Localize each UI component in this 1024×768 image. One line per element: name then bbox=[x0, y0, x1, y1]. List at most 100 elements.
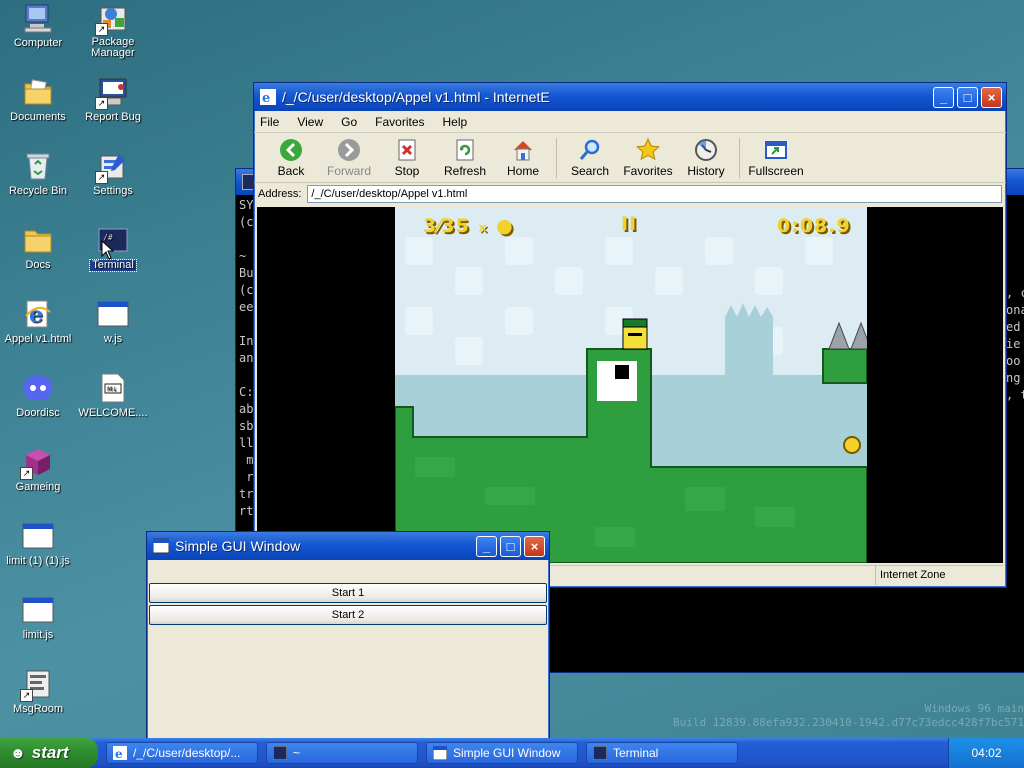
watermark-line-1: Windows 96 main bbox=[924, 702, 1024, 715]
minimize-button[interactable]: _ bbox=[933, 86, 954, 108]
desktop-icon-package-manager[interactable]: Package Manager bbox=[75, 2, 151, 59]
terminal-line-fragment: ona bbox=[1006, 303, 1024, 317]
message-room-icon bbox=[20, 668, 54, 702]
taskbar-item-simple-gui[interactable]: Simple GUI Window bbox=[426, 742, 578, 764]
forward-button[interactable]: Forward bbox=[320, 138, 378, 178]
browser-content[interactable]: 3⁄35 × ● II 0:08.9 bbox=[257, 207, 1003, 563]
computer-icon bbox=[22, 2, 54, 34]
desktop-icon-limit-1-1-js[interactable]: limit (1) (1).js bbox=[0, 520, 76, 567]
menu-go[interactable]: Go bbox=[341, 115, 357, 129]
package-icon bbox=[95, 2, 129, 36]
search-button[interactable]: Search bbox=[561, 138, 619, 178]
menu-view[interactable]: View bbox=[297, 115, 323, 129]
desktop-icon-msgroom[interactable]: MsgRoom bbox=[0, 668, 76, 715]
os-build-watermark: Windows 96 main Build 12839.88efa932.230… bbox=[604, 702, 1024, 730]
svg-text:e: e bbox=[29, 302, 43, 328]
forward-arrow-icon bbox=[337, 138, 361, 162]
desktop-icon-label: w.js bbox=[103, 333, 123, 345]
history-button[interactable]: History bbox=[677, 138, 735, 178]
maximize-button[interactable]: □ bbox=[957, 86, 978, 108]
taskbar-item-home-terminal[interactable]: ~ bbox=[266, 742, 418, 764]
browser-window[interactable]: e /_/C/user/desktop/Appel v1.html - Inte… bbox=[253, 82, 1007, 588]
refresh-icon bbox=[453, 138, 477, 162]
desktop-icon-w-js[interactable]: w.js bbox=[75, 298, 151, 345]
desktop-icon-label: MsgRoom bbox=[12, 703, 64, 715]
back-arrow-icon bbox=[279, 138, 303, 162]
terminal-line-fragment: ie bbox=[1006, 337, 1021, 351]
game-scene bbox=[395, 207, 867, 563]
browser-menubar: File View Go Favorites Help bbox=[254, 111, 1006, 133]
home-label: Home bbox=[506, 163, 539, 178]
terminal-output-right: , c ona ed ie oo ng , t bbox=[1006, 285, 1024, 404]
desktop-icon-welcome[interactable]: M↓ WELCOME.... bbox=[75, 372, 151, 419]
desktop-icon-appel-html[interactable]: e Appel v1.html bbox=[0, 298, 76, 345]
stop-button[interactable]: Stop bbox=[378, 138, 436, 178]
back-button[interactable]: Back bbox=[262, 138, 320, 178]
menu-favorites[interactable]: Favorites bbox=[375, 115, 424, 129]
desktop-icon-docs[interactable]: Docs bbox=[0, 224, 76, 271]
desktop-icon-gameing[interactable]: Gameing bbox=[0, 446, 76, 493]
desktop-icon-limit-js[interactable]: limit.js bbox=[0, 594, 76, 641]
start-button[interactable]: ☻ start bbox=[0, 738, 98, 768]
script-file-icon bbox=[22, 520, 54, 552]
game-floating-platform bbox=[822, 348, 867, 384]
bug-report-icon bbox=[95, 76, 129, 110]
system-tray-clock[interactable]: 04:02 bbox=[948, 738, 1024, 768]
start-label: start bbox=[31, 743, 69, 762]
taskbar-item-terminal[interactable]: Terminal bbox=[586, 742, 738, 764]
terminal-icon bbox=[272, 745, 288, 761]
start-2-button[interactable]: Start 2 bbox=[149, 605, 547, 625]
maximize-button[interactable]: □ bbox=[500, 535, 521, 557]
taskbar-item-browser[interactable]: e /_/C/user/desktop/... bbox=[106, 742, 258, 764]
back-label: Back bbox=[277, 163, 305, 178]
security-zone: Internet Zone bbox=[875, 566, 1003, 585]
favorites-button[interactable]: Favorites bbox=[619, 137, 677, 178]
apple-count: 3⁄35 bbox=[423, 215, 470, 237]
desktop-icon-computer[interactable]: Computer bbox=[0, 2, 76, 49]
fullscreen-icon bbox=[764, 138, 788, 162]
refresh-button[interactable]: Refresh bbox=[436, 138, 494, 178]
internet-explorer-icon: e bbox=[113, 746, 127, 761]
script-file-icon bbox=[97, 298, 129, 330]
svg-text:M↓: M↓ bbox=[107, 386, 117, 393]
address-input[interactable]: /_/C/user/desktop/Appel v1.html bbox=[307, 185, 1002, 203]
desktop-icon-label: Computer bbox=[13, 37, 63, 49]
home-icon bbox=[511, 138, 535, 162]
minimize-button[interactable]: _ bbox=[476, 535, 497, 557]
fullscreen-label: Fullscreen bbox=[748, 163, 804, 178]
watermark-line-2: Build 12839.88efa932.230410-1942.d77c73e… bbox=[673, 716, 1024, 729]
markdown-file-icon: M↓ bbox=[97, 372, 129, 404]
desktop-icon-report-bug[interactable]: Report Bug bbox=[75, 76, 151, 123]
history-label: History bbox=[687, 163, 725, 178]
close-button[interactable]: × bbox=[981, 86, 1002, 108]
desktop-icon-label: limit.js bbox=[22, 629, 54, 641]
desktop-icon-label: Report Bug bbox=[85, 111, 141, 123]
simple-gui-window[interactable]: Simple GUI Window _ □ × Start 1 Start 2 bbox=[146, 531, 550, 743]
start-1-button[interactable]: Start 1 bbox=[149, 583, 547, 603]
menu-help[interactable]: Help bbox=[443, 115, 468, 129]
browser-title: /_/C/user/desktop/Appel v1.html - Intern… bbox=[282, 89, 550, 105]
taskbar-item-label: Simple GUI Window bbox=[453, 746, 561, 760]
close-button[interactable]: × bbox=[524, 535, 545, 557]
desktop-icon-label: Terminal bbox=[89, 259, 137, 272]
pause-button[interactable]: II bbox=[621, 213, 637, 235]
mouse-cursor bbox=[101, 240, 115, 260]
desktop-icon-recycle-bin[interactable]: Recycle Bin bbox=[0, 150, 76, 197]
gui-body: Start 1 Start 2 bbox=[149, 562, 547, 740]
desktop-icon-label: Documents bbox=[10, 111, 66, 123]
desktop-icon-documents[interactable]: Documents bbox=[0, 76, 76, 123]
menu-file[interactable]: File bbox=[260, 115, 279, 129]
game-canvas[interactable]: 3⁄35 × ● II 0:08.9 bbox=[395, 207, 867, 563]
address-label: Address: bbox=[258, 188, 302, 200]
svg-text:e: e bbox=[115, 747, 123, 760]
desktop-icon-label: Docs bbox=[25, 259, 51, 271]
terminal-line-fragment: oo bbox=[1006, 354, 1021, 368]
fullscreen-button[interactable]: Fullscreen bbox=[744, 138, 808, 178]
desktop-icon-settings[interactable]: Settings bbox=[75, 150, 151, 197]
game-apple bbox=[843, 436, 861, 454]
browser-titlebar[interactable]: e /_/C/user/desktop/Appel v1.html - Inte… bbox=[254, 83, 1006, 111]
address-bar: Address: /_/C/user/desktop/Appel v1.html bbox=[254, 183, 1006, 205]
home-button[interactable]: Home bbox=[494, 138, 552, 178]
desktop-icon-doordisc[interactable]: Doordisc bbox=[0, 372, 76, 419]
gui-titlebar[interactable]: Simple GUI Window _ □ × bbox=[147, 532, 549, 560]
